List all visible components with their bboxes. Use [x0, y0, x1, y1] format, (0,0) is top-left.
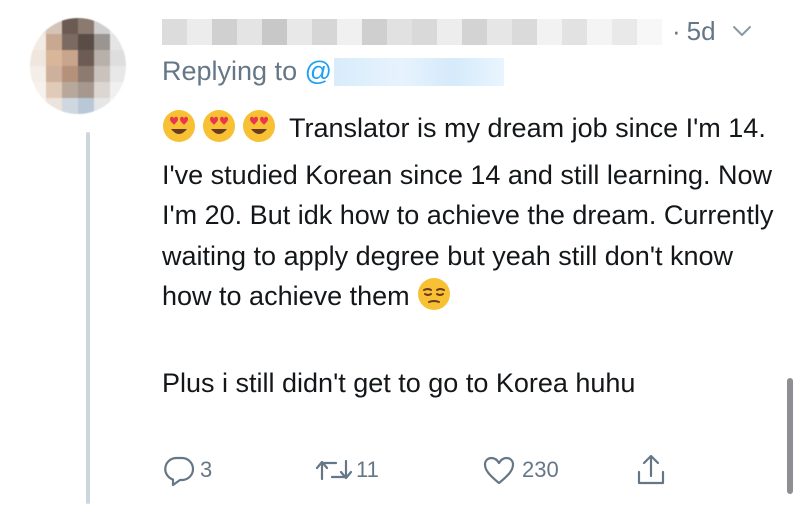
avatar[interactable]: [30, 18, 126, 114]
like-count: 230: [522, 457, 559, 482]
heart-eyes-emoji: [242, 109, 276, 155]
timestamp[interactable]: 5d: [687, 16, 716, 47]
tweet-paragraph-1: Translator is my dream job since I'm 14.…: [162, 108, 782, 323]
author-name-redacted[interactable]: [162, 19, 662, 45]
share-icon: [636, 453, 666, 487]
tweet-body: Translator is my dream job since I'm 14.…: [162, 108, 782, 403]
retweet-button[interactable]: 11: [314, 450, 379, 490]
heart-eyes-emoji: [202, 109, 236, 155]
thread-line: [86, 132, 90, 504]
separator-dot: ·: [672, 15, 681, 46]
tweet-meta: · 5d: [672, 14, 752, 48]
like-button[interactable]: 230: [482, 450, 559, 490]
reply-handle-at[interactable]: @: [305, 56, 332, 87]
tweet-actions: 3 11 230: [162, 450, 692, 490]
tweet-paragraph-2: Plus i still didn't get to go to Korea h…: [162, 367, 636, 398]
reply-handle-redacted[interactable]: [334, 57, 505, 86]
reply-button[interactable]: 3: [162, 450, 212, 490]
reply-count: 3: [200, 457, 213, 482]
share-button[interactable]: [636, 450, 666, 490]
scrollbar-thumb[interactable]: [787, 378, 793, 494]
replying-to-label: Replying to: [162, 56, 298, 86]
like-icon: [482, 454, 516, 486]
replying-to: Replying to @: [162, 56, 505, 87]
heart-eyes-emoji: [162, 109, 196, 155]
chevron-down-icon[interactable]: [732, 25, 752, 37]
retweet-count: 11: [356, 457, 379, 482]
pensive-emoji: [417, 277, 451, 323]
reply-icon: [162, 453, 196, 487]
retweet-icon: [314, 455, 354, 485]
